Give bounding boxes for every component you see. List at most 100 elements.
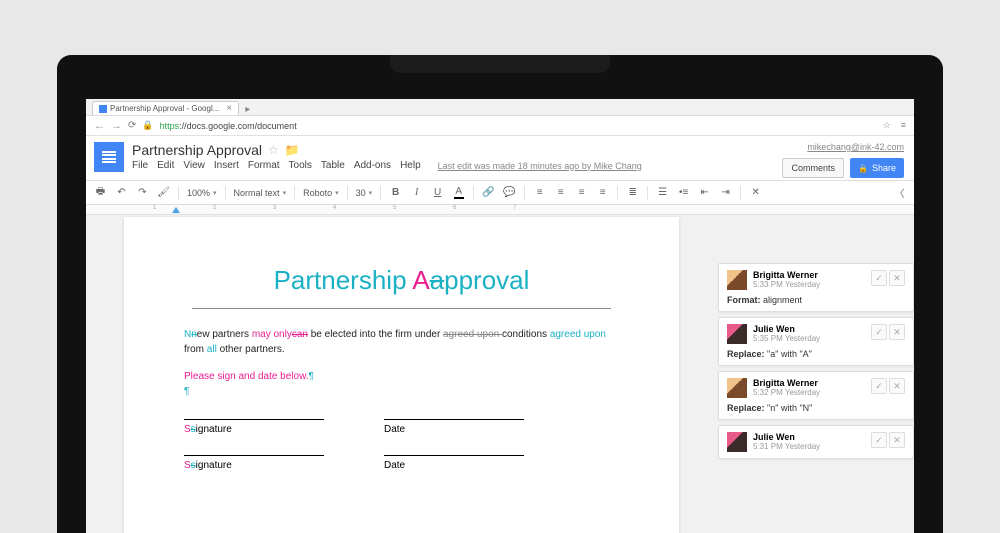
comment-text: alignment (763, 295, 802, 305)
browser-tab-strip: Partnership Approval - Googl... × ▸ (86, 99, 914, 116)
indent-marker-icon[interactable] (172, 207, 179, 214)
accept-suggestion-icon[interactable]: ✓ (871, 324, 887, 340)
ruler-tick: 5 (393, 205, 453, 214)
style-dropdown[interactable]: Normal text▾ (234, 188, 287, 198)
comment-time: 5:31 PM Yesterday (753, 442, 820, 451)
menu-format[interactable]: Format (248, 160, 280, 171)
signature-label[interactable]: Ssignature (184, 424, 324, 435)
reload-icon[interactable]: ⟳ (128, 120, 136, 131)
comment-card[interactable]: Brigitta Werner 5:32 PM Yesterday ✓ ✕ Re… (718, 371, 914, 420)
font-dropdown[interactable]: Roboto▾ (303, 188, 339, 198)
font-size-dropdown[interactable]: 30▾ (356, 188, 373, 198)
line-spacing-icon[interactable]: ≣ (626, 187, 639, 198)
clear-format-icon[interactable]: ✕ (749, 187, 762, 198)
title-text: pproval (444, 265, 529, 295)
suggestion-delete: a (430, 265, 444, 295)
ruler-tick: 6 (453, 205, 513, 214)
comment-author: Julie Wen (753, 324, 820, 334)
comments-button[interactable]: Comments (782, 158, 844, 178)
reject-suggestion-icon[interactable]: ✕ (889, 432, 905, 448)
outdent-icon[interactable]: ⇤ (698, 187, 711, 198)
comment-label: Format: (727, 295, 761, 305)
back-icon[interactable]: ← (94, 120, 105, 132)
doc-heading[interactable]: Partnership Aapproval (184, 265, 619, 296)
align-justify-icon[interactable]: ≡ (596, 187, 609, 198)
menu-tools[interactable]: Tools (289, 160, 312, 171)
menu-insert[interactable]: Insert (214, 160, 239, 171)
text: conditions (502, 329, 550, 340)
comment-label: Replace: (727, 403, 765, 413)
comment-card[interactable]: Brigitta Werner 5:33 PM Yesterday ✓ ✕ Fo… (718, 263, 914, 312)
menu-edit[interactable]: Edit (157, 160, 174, 171)
font-value: Roboto (303, 188, 332, 198)
bookmark-icon[interactable]: ☆ (883, 120, 891, 131)
date-label[interactable]: Date (384, 460, 524, 471)
signature-label[interactable]: Ssignature (184, 460, 324, 471)
reject-suggestion-icon[interactable]: ✕ (889, 324, 905, 340)
bold-icon[interactable]: B (389, 187, 402, 198)
share-button[interactable]: 🔒 Share (850, 158, 904, 178)
url[interactable]: https://docs.google.com/document (160, 121, 297, 131)
menu-view[interactable]: View (183, 160, 205, 171)
signature-row: Ssignature Date (184, 419, 619, 435)
link-icon[interactable]: 🔗 (482, 187, 495, 198)
browser-menu-icon[interactable]: ≡ (901, 120, 906, 131)
undo-icon[interactable]: ↶ (115, 187, 128, 198)
user-email[interactable]: mikechang@ink-42.com (782, 142, 904, 152)
star-icon[interactable]: ☆ (268, 143, 279, 157)
numbered-list-icon[interactable]: ☰ (656, 187, 669, 198)
indent-icon[interactable]: ⇥ (719, 187, 732, 198)
style-value: Normal text (234, 188, 280, 198)
ruler-tick: 7 (513, 205, 573, 214)
browser-tab[interactable]: Partnership Approval - Googl... × (92, 101, 239, 115)
suggestion-insert: all (207, 344, 217, 355)
comment-card[interactable]: Julie Wen 5:35 PM Yesterday ✓ ✕ Replace:… (718, 317, 914, 366)
document-title[interactable]: Partnership Approval (132, 142, 262, 158)
accept-suggestion-icon[interactable]: ✓ (871, 270, 887, 286)
menu-bar: File Edit View Insert Format Tools Table… (132, 160, 782, 171)
ruler[interactable]: 1 2 3 4 5 6 7 (86, 205, 914, 215)
comment-label: Replace: (727, 349, 765, 359)
docs-header: Partnership Approval ☆ 📁 File Edit View … (86, 136, 914, 181)
menu-table[interactable]: Table (321, 160, 345, 171)
reject-suggestion-icon[interactable]: ✕ (889, 378, 905, 394)
docs-logo-icon[interactable] (94, 142, 124, 172)
zoom-dropdown[interactable]: 100%▾ (187, 188, 217, 198)
screen: Partnership Approval - Googl... × ▸ ← → … (86, 99, 914, 533)
redo-icon[interactable]: ↷ (136, 187, 149, 198)
comment-card[interactable]: Julie Wen 5:31 PM Yesterday ✓ ✕ (718, 425, 914, 459)
new-tab-button[interactable]: ▸ (245, 104, 250, 115)
bulleted-list-icon[interactable]: •≡ (677, 187, 690, 198)
italic-icon[interactable]: I (410, 187, 423, 198)
close-tab-icon[interactable]: × (226, 103, 232, 114)
text-color-icon[interactable]: A (452, 187, 465, 199)
signature-line (184, 419, 324, 421)
edit-status[interactable]: Last edit was made 18 minutes ago by Mik… (438, 161, 642, 171)
suggestion-insert: Please sign and date below. (184, 371, 309, 382)
signature-line (184, 455, 324, 457)
print-icon[interactable]: 🖶 (94, 184, 107, 201)
paragraph[interactable]: Please sign and date below.¶ ¶ (184, 369, 619, 399)
menu-help[interactable]: Help (400, 160, 421, 171)
suggestion-insert: may only (252, 329, 292, 340)
accept-suggestion-icon[interactable]: ✓ (871, 432, 887, 448)
align-right-icon[interactable]: ≡ (575, 187, 588, 198)
ruler-tick: 1 (153, 205, 213, 214)
date-label[interactable]: Date (384, 424, 524, 435)
underline-icon[interactable]: U (431, 187, 444, 198)
toolbar-collapse-icon[interactable]: 〈 (893, 185, 906, 200)
document-page[interactable]: Partnership Aapproval Nnew partners may … (124, 217, 679, 533)
paint-format-icon[interactable]: 🖌 (157, 187, 170, 198)
align-center-icon[interactable]: ≡ (554, 187, 567, 198)
signature-row: Ssignature Date (184, 455, 619, 471)
paragraph[interactable]: Nnew partners may onlycan be elected int… (184, 327, 619, 357)
menu-file[interactable]: File (132, 160, 148, 171)
avatar (727, 378, 747, 398)
menu-addons[interactable]: Add-ons (354, 160, 391, 171)
align-left-icon[interactable]: ≡ (533, 187, 546, 198)
forward-icon[interactable]: → (111, 120, 122, 132)
comment-icon[interactable]: 💬 (503, 187, 516, 198)
reject-suggestion-icon[interactable]: ✕ (889, 270, 905, 286)
folder-icon[interactable]: 📁 (285, 143, 300, 157)
accept-suggestion-icon[interactable]: ✓ (871, 378, 887, 394)
